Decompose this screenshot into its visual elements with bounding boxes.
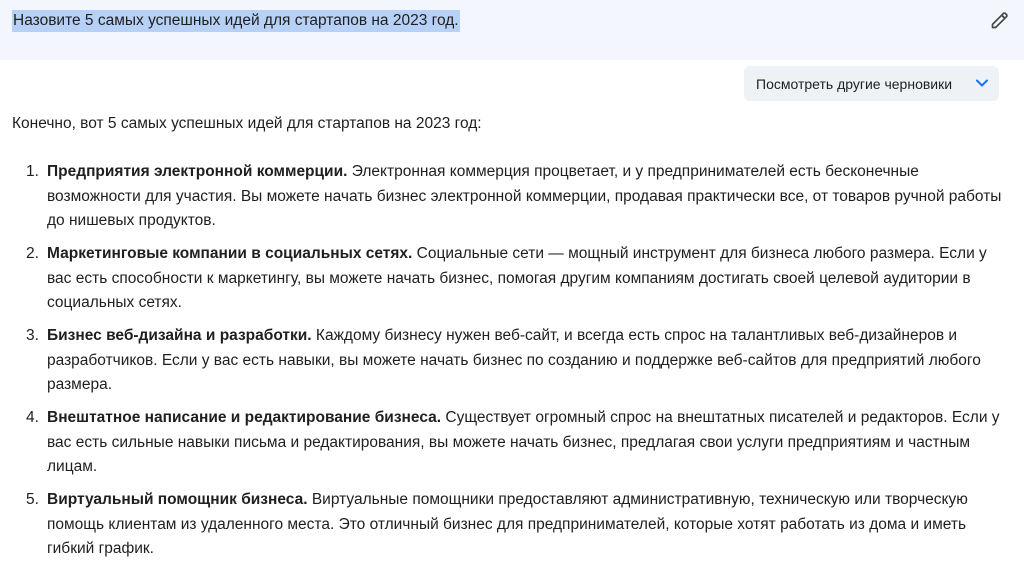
user-prompt-text: Назовите 5 самых успешных идей для старт… <box>12 10 460 32</box>
list-item-number: 2. <box>26 245 39 262</box>
view-other-drafts-button[interactable]: Посмотреть другие черновики <box>744 66 999 101</box>
list-item: 4. Внештатное написание и редактирование… <box>0 406 1010 480</box>
pencil-icon <box>990 10 1010 35</box>
list-item-title: Виртуальный помощник бизнеса. <box>47 491 308 508</box>
list-item-number: 3. <box>26 327 39 344</box>
list-item: 2. Маркетинговые компании в социальных с… <box>0 242 1010 316</box>
list-item-title: Маркетинговые компании в социальных сетя… <box>47 245 413 262</box>
list-item-title: Внештатное написание и редактирование би… <box>47 409 442 426</box>
startup-ideas-list: 1. Предприятия электронной коммерции. Эл… <box>0 160 1010 570</box>
list-item-title: Бизнес веб-дизайна и разработки. <box>47 327 312 344</box>
chevron-down-icon <box>974 75 990 91</box>
list-item-number: 4. <box>26 409 39 426</box>
list-item: 1. Предприятия электронной коммерции. Эл… <box>0 160 1010 234</box>
answer-intro: Конечно, вот 5 самых успешных идей для с… <box>12 115 482 132</box>
edit-prompt-button[interactable] <box>986 8 1014 36</box>
list-item: 5. Виртуальный помощник бизнеса. Виртуал… <box>0 488 1010 562</box>
list-item-number: 5. <box>26 491 39 508</box>
drafts-button-label: Посмотреть другие черновики <box>756 75 953 92</box>
prompt-bar: Назовите 5 самых успешных идей для старт… <box>0 0 1024 60</box>
list-item: 3. Бизнес веб-дизайна и разработки. Кажд… <box>0 324 1010 398</box>
list-item-number: 1. <box>26 163 39 180</box>
list-item-title: Предприятия электронной коммерции. <box>47 163 348 180</box>
